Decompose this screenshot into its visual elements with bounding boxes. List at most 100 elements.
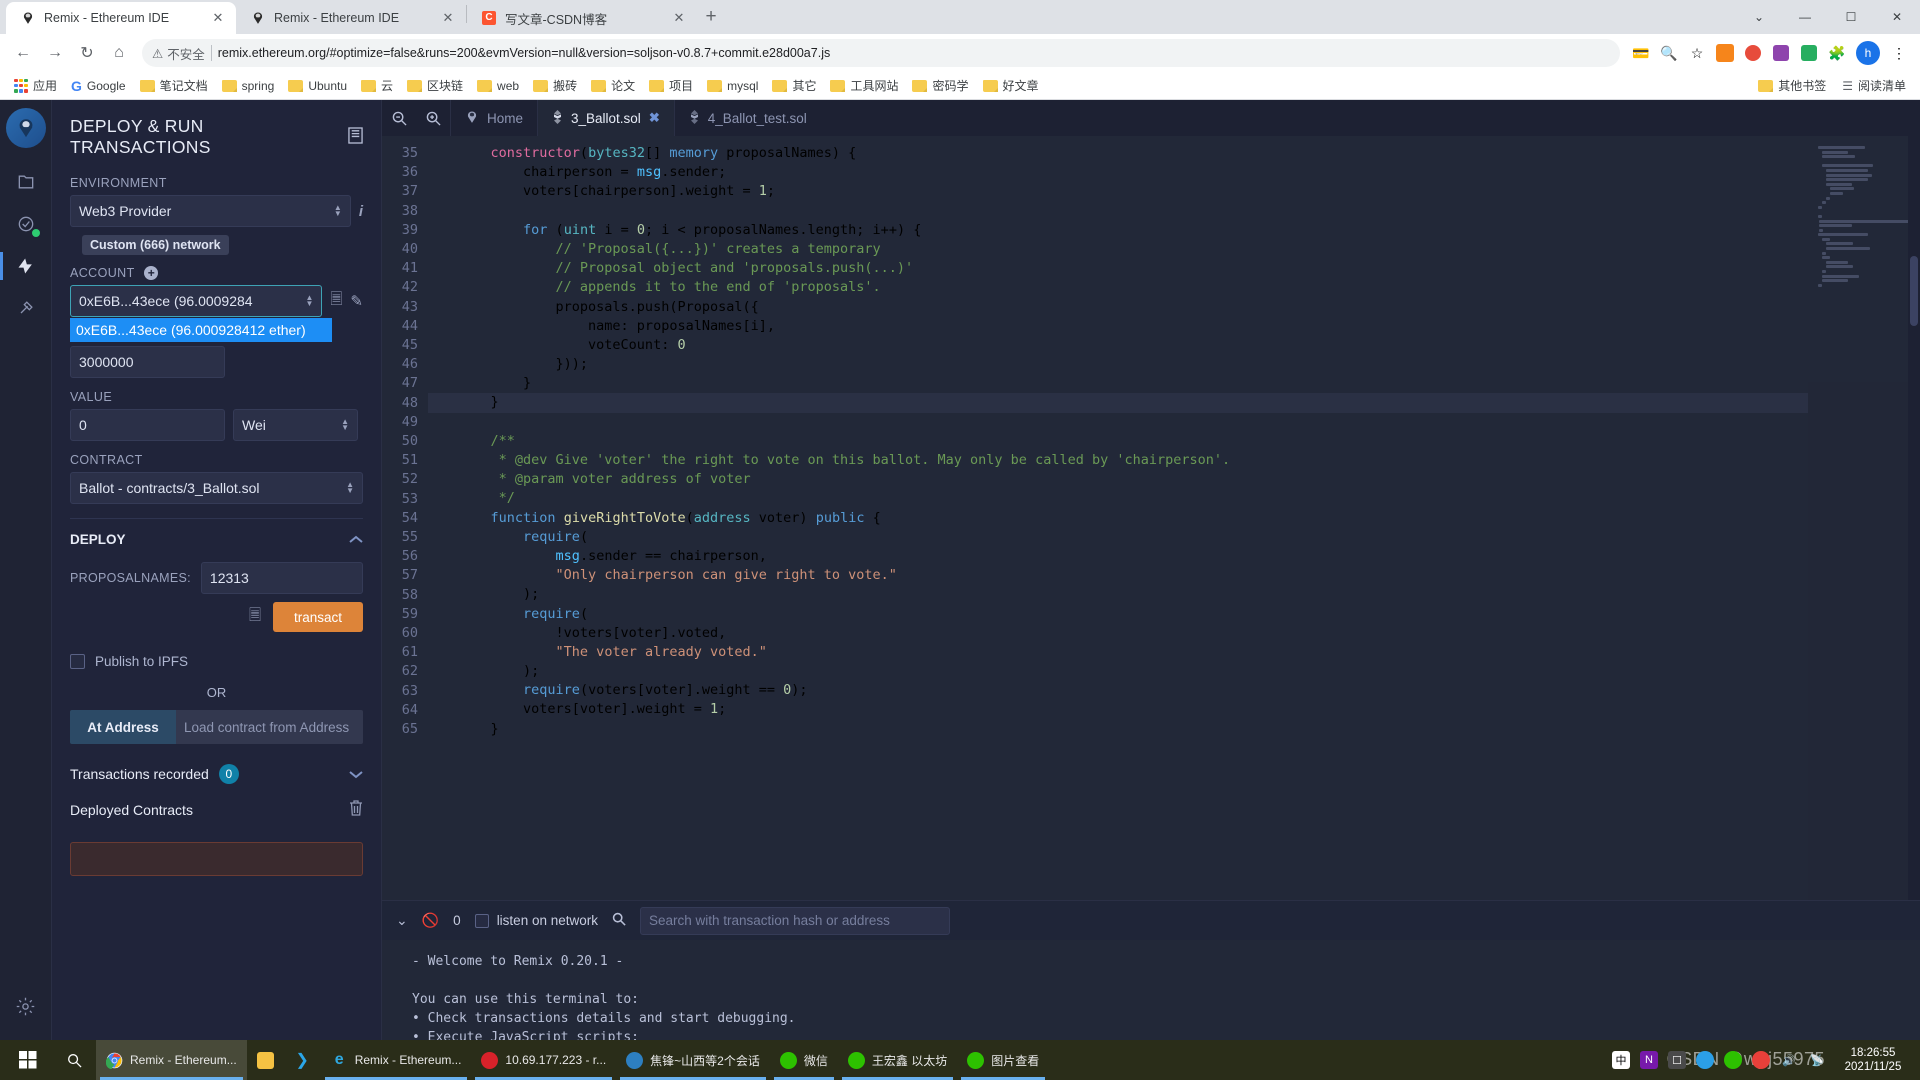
settings-gear-icon[interactable] xyxy=(6,986,46,1026)
taskview-icon[interactable]: ☐ xyxy=(1668,1051,1686,1069)
window-minimize-icon[interactable]: — xyxy=(1782,0,1828,34)
chrome-menu-icon[interactable]: ⋮ xyxy=(1886,40,1912,66)
taskbar-item-remote-desktop[interactable]: 10.69.177.223 - r... xyxy=(471,1040,616,1080)
forward-icon[interactable]: → xyxy=(40,38,70,68)
chevron-double-down-icon[interactable]: ⌄ xyxy=(396,912,408,929)
sidebar-item-plugin-manager[interactable] xyxy=(6,288,46,328)
publish-ipfs-checkbox[interactable] xyxy=(70,654,85,669)
speaker-icon[interactable]: 🔊 xyxy=(1780,1051,1798,1069)
gas-limit-input[interactable]: 3000000 xyxy=(70,346,225,378)
browser-tab-1[interactable]: Remix - Ethereum IDE ✕ xyxy=(6,2,236,34)
at-address-input[interactable]: Load contract from Address xyxy=(176,710,363,744)
search-icon[interactable] xyxy=(52,1040,96,1080)
sidebar-item-file-explorer[interactable] xyxy=(6,162,46,202)
bookmark-apps[interactable]: 应用 xyxy=(8,74,63,97)
code-editor[interactable]: 35 36 37 38 39 40 41 42 43 44 45 46 47 48 49 50 51 52 53 54… xyxy=(382,136,1920,900)
bookmark-folder[interactable]: 论文 xyxy=(585,74,641,97)
zoom-in-icon[interactable] xyxy=(416,100,450,136)
add-account-icon[interactable]: + xyxy=(144,266,159,280)
metamask-icon[interactable] xyxy=(1712,40,1738,66)
value-unit-select[interactable]: Wei ▲ ▼ xyxy=(233,409,358,441)
copy-calldata-icon[interactable]: 🗏 xyxy=(249,605,261,630)
onenote-icon[interactable]: N xyxy=(1640,1051,1658,1069)
extensions-puzzle-icon[interactable]: 🧩 xyxy=(1824,40,1850,66)
publish-ipfs-row[interactable]: Publish to IPFS xyxy=(70,654,363,669)
window-close-icon[interactable]: ✕ xyxy=(1874,0,1920,34)
bookmark-google[interactable]: G Google xyxy=(65,75,132,97)
transact-button[interactable]: transact xyxy=(273,602,363,632)
contract-select[interactable]: Ballot - contracts/3_Ballot.sol ▲ ▼ xyxy=(70,472,363,504)
close-icon[interactable]: ✖ xyxy=(649,110,660,126)
taskbar-item-xshell[interactable]: 焦锋~山西等2个会话 xyxy=(616,1040,770,1080)
editor-scrollbar[interactable] xyxy=(1908,136,1920,900)
listen-on-network-toggle[interactable]: listen on network xyxy=(474,913,598,928)
chevron-up-icon[interactable] xyxy=(349,531,363,548)
bookmark-folder[interactable]: web xyxy=(471,76,525,96)
deploy-section-header[interactable]: DEPLOY xyxy=(70,518,363,548)
taskbar-clock[interactable]: 18:26:55 2021/11/25 xyxy=(1836,1046,1910,1074)
taskbar-item-internet-explorer[interactable]: e Remix - Ethereum... xyxy=(321,1040,472,1080)
taskbar-item-chrome[interactable]: Remix - Ethereum... xyxy=(96,1040,247,1080)
taskbar-item-vscode[interactable]: ❯ xyxy=(284,1040,321,1080)
copy-account-icon[interactable]: 🗏 xyxy=(330,289,342,314)
info-icon[interactable]: i xyxy=(359,203,363,220)
browser-tab-2[interactable]: Remix - Ethereum IDE ✕ xyxy=(236,2,466,34)
bookmark-folder[interactable]: 笔记文档 xyxy=(134,74,214,97)
transactions-recorded-row[interactable]: Transactions recorded 0 xyxy=(70,764,363,784)
zoom-out-icon[interactable] xyxy=(382,100,416,136)
remix-logo-icon[interactable] xyxy=(5,108,46,148)
reading-list-button[interactable]: ☰ 阅读清单 xyxy=(1836,74,1912,97)
bookmark-folder[interactable]: mysql xyxy=(701,76,764,96)
account-dropdown-option[interactable]: 0xE6B...43ece (96.000928412 ether) xyxy=(70,318,332,342)
editor-tab-home[interactable]: Home xyxy=(450,100,537,136)
extension-icon[interactable] xyxy=(1796,40,1822,66)
home-icon[interactable]: ⌂ xyxy=(104,38,134,68)
extension-icon[interactable] xyxy=(1768,40,1794,66)
back-icon[interactable]: ← xyxy=(8,38,38,68)
bookmark-folder[interactable]: spring xyxy=(216,76,281,96)
environment-select[interactable]: Web3 Provider ▲ ▼ xyxy=(70,195,351,227)
trash-icon[interactable] xyxy=(349,800,363,820)
proposalnames-input[interactable]: 12313 xyxy=(200,562,363,594)
bookmark-folder[interactable]: 好文章 xyxy=(977,74,1045,97)
terminal-search-input[interactable]: Search with transaction hash or address xyxy=(640,906,950,935)
address-bar[interactable]: ⚠ 不安全 remix.ethereum.org/#optimize=false… xyxy=(142,39,1620,67)
sidebar-item-solidity-compiler[interactable] xyxy=(6,204,46,244)
security-status[interactable]: ⚠ 不安全 xyxy=(152,44,205,63)
at-address-button[interactable]: At Address xyxy=(70,710,176,744)
new-tab-button[interactable]: + xyxy=(697,3,725,31)
taskbar-item-wechat-wanghongxin[interactable]: 王宏鑫 以太坊 xyxy=(838,1040,957,1080)
editor-tab-3-ballot-sol[interactable]: 3_Ballot.sol ✖ xyxy=(537,100,674,136)
no-entry-icon[interactable]: 🚫 xyxy=(422,912,439,929)
search-icon[interactable] xyxy=(612,912,626,929)
bookmark-folder[interactable]: 工具网站 xyxy=(824,74,904,97)
other-bookmarks-button[interactable]: 其他书签 xyxy=(1752,74,1832,97)
editor-tab-4-ballot-test-sol[interactable]: 4_Ballot_test.sol xyxy=(673,100,821,136)
window-more-icon[interactable]: ⌄ xyxy=(1736,0,1782,34)
code-content[interactable]: constructor(bytes32[] memory proposalNam… xyxy=(428,136,1808,900)
chevron-down-icon[interactable] xyxy=(349,766,363,783)
value-input[interactable]: 0 xyxy=(70,409,225,441)
taskbar-item-image-viewer[interactable]: 图片查看 xyxy=(957,1040,1049,1080)
zoom-icon[interactable]: 🔍 xyxy=(1656,40,1682,66)
bookmark-folder[interactable]: 搬砖 xyxy=(527,74,583,97)
windows-start-icon[interactable] xyxy=(4,1040,52,1080)
ime-icon[interactable]: 中 xyxy=(1612,1051,1630,1069)
bookmark-folder[interactable]: 其它 xyxy=(766,74,822,97)
code-minimap[interactable] xyxy=(1808,136,1908,900)
close-icon[interactable]: ✕ xyxy=(671,10,687,26)
taskbar-item-wechat[interactable]: 微信 xyxy=(770,1040,838,1080)
payment-icon[interactable]: 💳 xyxy=(1628,40,1654,66)
extension-icon[interactable] xyxy=(1740,40,1766,66)
bookmark-folder[interactable]: Ubuntu xyxy=(282,76,353,96)
panel-docs-icon[interactable] xyxy=(348,126,363,148)
sync-icon[interactable] xyxy=(1696,1051,1714,1069)
bookmark-folder[interactable]: 项目 xyxy=(643,74,699,97)
profile-avatar[interactable]: h xyxy=(1856,41,1880,65)
reload-icon[interactable]: ↻ xyxy=(72,38,102,68)
bookmark-folder[interactable]: 云 xyxy=(355,74,399,97)
close-icon[interactable]: ✕ xyxy=(210,10,226,26)
network-icon[interactable]: 📡 xyxy=(1808,1051,1826,1069)
sidebar-item-deploy-run[interactable] xyxy=(0,246,46,286)
scrollbar-thumb[interactable] xyxy=(1910,256,1918,326)
